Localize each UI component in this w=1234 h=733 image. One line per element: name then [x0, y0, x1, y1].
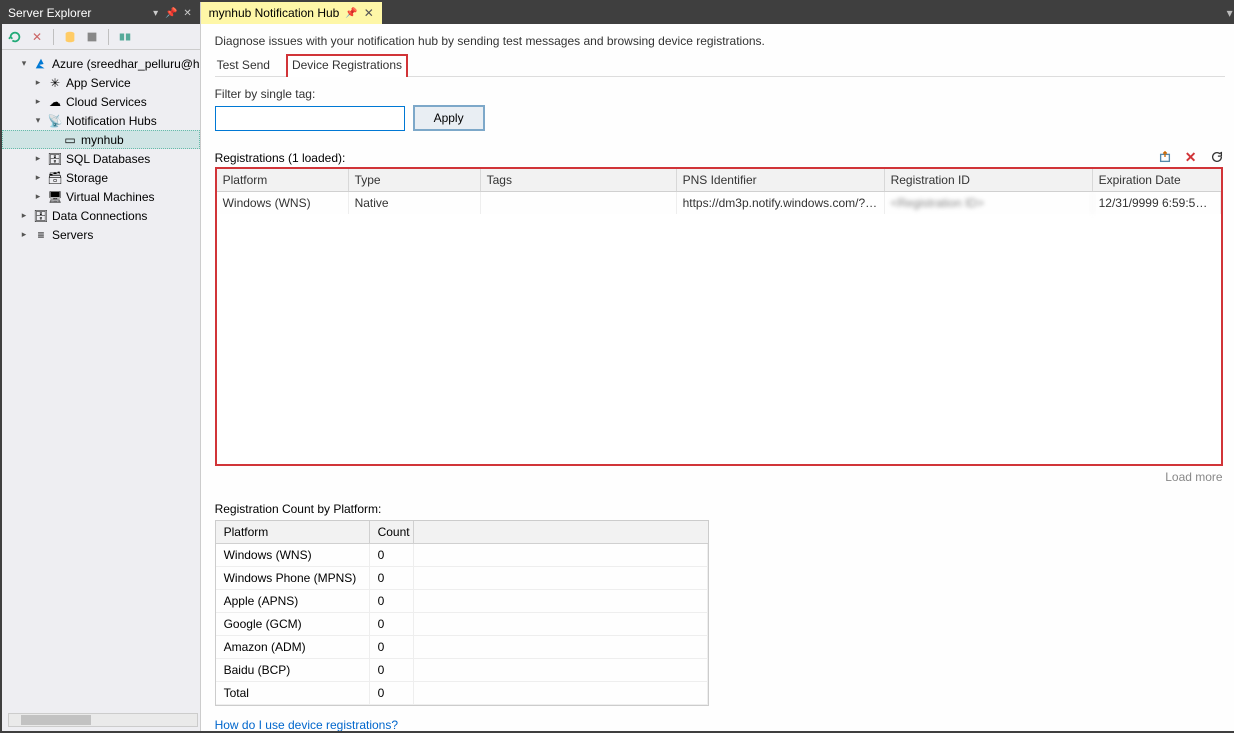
registrations-empty-area	[217, 214, 1221, 464]
tree-node-cloud-services[interactable]: ▸☁Cloud Services	[2, 92, 200, 111]
col-platform[interactable]: Platform	[217, 169, 349, 191]
tree-node-vms[interactable]: ▸🖥Virtual Machines	[2, 187, 200, 206]
subtab-strip: Test Send Device Registrations	[215, 54, 1225, 77]
table-row[interactable]: Windows Phone (MPNS)0	[216, 567, 708, 590]
tree-node-data-connections[interactable]: ▸🗄Data Connections	[2, 206, 200, 225]
tree-node-azure[interactable]: ▾Azure (sreedhar_pelluru@h	[2, 54, 200, 73]
pin-icon[interactable]: 📌	[345, 8, 357, 19]
table-row[interactable]: Windows (WNS)0	[216, 544, 708, 567]
document-tabbar: mynhub Notification Hub 📌 ✕ ▾	[201, 2, 1234, 24]
main-panel: mynhub Notification Hub 📌 ✕ ▾ Diagnose i…	[201, 2, 1234, 731]
table-row[interactable]: Windows (WNS) Native https://dm3p.notify…	[217, 192, 1221, 214]
description-text: Diagnose issues with your notification h…	[215, 34, 1225, 48]
tabbar-dropdown-icon[interactable]: ▾	[1221, 2, 1234, 24]
dropdown-icon[interactable]: ▾	[150, 7, 162, 19]
count-col-count[interactable]: Count	[370, 521, 414, 543]
refresh-icon[interactable]	[1209, 149, 1225, 165]
count-heading: Registration Count by Platform:	[215, 502, 1225, 516]
col-exp[interactable]: Expiration Date	[1093, 169, 1221, 191]
col-pns[interactable]: PNS Identifier	[677, 169, 885, 191]
table-row[interactable]: Total0	[216, 682, 708, 705]
hub-icon: ▭	[62, 132, 78, 148]
tree-node-sql[interactable]: ▸🗄SQL Databases	[2, 149, 200, 168]
export-icon[interactable]	[1157, 149, 1173, 165]
registrations-heading: Registrations (1 loaded):	[215, 151, 346, 165]
tree-node-storage[interactable]: ▸🗃Storage	[2, 168, 200, 187]
connect-server-icon[interactable]	[83, 28, 101, 46]
connect-db-icon[interactable]	[61, 28, 79, 46]
server-explorer-title: Server Explorer	[8, 6, 91, 20]
tree-node-servers[interactable]: ▸≡Servers	[2, 225, 200, 244]
tree-node-app-service[interactable]: ▸✳App Service	[2, 73, 200, 92]
close-tab-icon[interactable]: ✕	[364, 6, 374, 20]
data-connections-icon: 🗄	[33, 208, 49, 224]
servers-icon: ≡	[33, 227, 49, 243]
table-row[interactable]: Apple (APNS)0	[216, 590, 708, 613]
tree-node-mynhub[interactable]: ▭mynhub	[2, 130, 200, 149]
pin-icon[interactable]: 📌	[166, 7, 178, 19]
table-row[interactable]: Baidu (BCP)0	[216, 659, 708, 682]
cloud-icon: ☁	[47, 94, 63, 110]
explorer-toolbar: ✕	[2, 24, 200, 50]
refresh-icon[interactable]	[6, 28, 24, 46]
server-explorer-panel: Server Explorer ▾ 📌 ✕ ✕ ▾Azure (sreedhar…	[2, 2, 201, 731]
table-row[interactable]: Google (GCM)0	[216, 613, 708, 636]
close-icon[interactable]: ✕	[182, 7, 194, 19]
delete-icon[interactable]: ✕	[1183, 149, 1199, 165]
database-icon: 🗄	[47, 151, 63, 167]
count-table: Platform Count Windows (WNS)0Windows Pho…	[215, 520, 709, 706]
load-more-link[interactable]: Load more	[215, 470, 1223, 484]
notification-hubs-icon: 📡	[47, 113, 63, 129]
document-tab-title: mynhub Notification Hub	[209, 6, 340, 20]
storage-icon: 🗃	[47, 170, 63, 186]
tab-device-registrations[interactable]: Device Registrations	[286, 54, 408, 77]
tab-test-send[interactable]: Test Send	[215, 54, 272, 76]
document-tab-mynhub[interactable]: mynhub Notification Hub 📌 ✕	[201, 2, 382, 24]
col-rid[interactable]: Registration ID	[885, 169, 1093, 191]
server-explorer-header: Server Explorer ▾ 📌 ✕	[2, 2, 200, 24]
vm-icon: 🖥	[47, 189, 63, 205]
col-tags[interactable]: Tags	[481, 169, 677, 191]
app-service-icon: ✳	[47, 75, 63, 91]
filter-tag-input[interactable]	[215, 106, 405, 131]
help-link[interactable]: How do I use device registrations?	[215, 718, 1225, 731]
registrations-table: Platform Type Tags PNS Identifier Regist…	[215, 167, 1223, 466]
azure-subscription-icon[interactable]	[116, 28, 134, 46]
table-row[interactable]: Amazon (ADM)0	[216, 636, 708, 659]
apply-button[interactable]: Apply	[413, 105, 485, 131]
stop-icon[interactable]: ✕	[28, 28, 46, 46]
col-type[interactable]: Type	[349, 169, 481, 191]
horizontal-scrollbar[interactable]	[8, 713, 198, 727]
filter-label: Filter by single tag:	[215, 87, 1225, 101]
explorer-tree[interactable]: ▾Azure (sreedhar_pelluru@h ▸✳App Service…	[2, 50, 200, 731]
count-col-platform[interactable]: Platform	[216, 521, 370, 543]
tree-node-notification-hubs[interactable]: ▾📡Notification Hubs	[2, 111, 200, 130]
azure-icon	[33, 56, 49, 72]
